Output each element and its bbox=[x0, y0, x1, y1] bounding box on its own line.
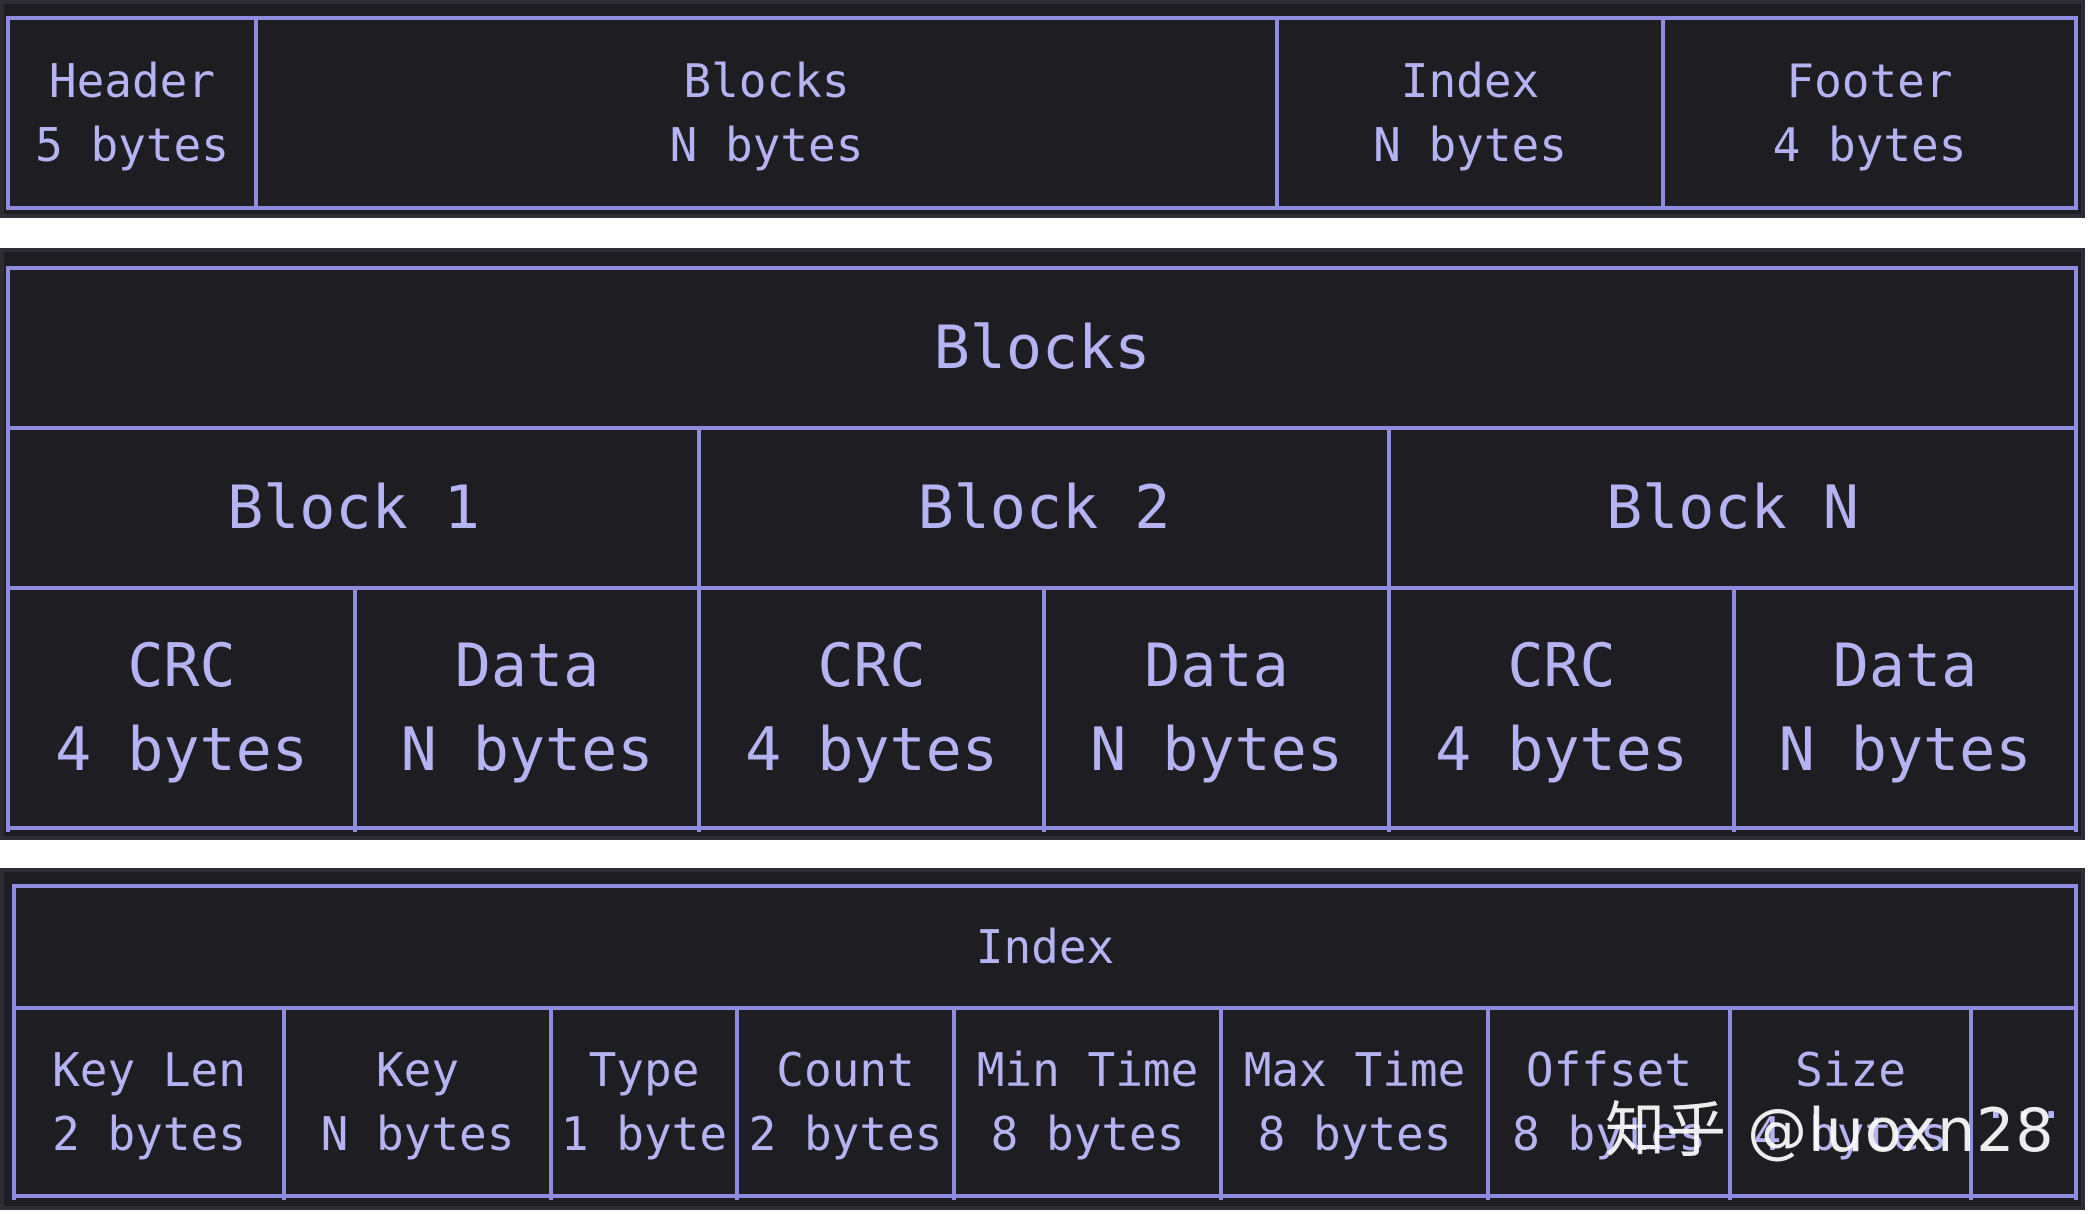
min-time-field: Min Time 8 bytes bbox=[958, 1012, 1217, 1192]
field-size: 2 bytes bbox=[52, 1107, 246, 1161]
header-cell: Header 5 bytes bbox=[12, 34, 252, 192]
block-1-name: Block 1 bbox=[227, 473, 480, 543]
crc-size: 4 bytes bbox=[55, 715, 308, 785]
crc-label: CRC bbox=[1507, 631, 1616, 701]
block-2-header: Block 2 bbox=[703, 432, 1385, 584]
blocks-title: Blocks bbox=[683, 53, 850, 108]
index-panel-title: Index bbox=[18, 890, 2072, 1004]
watermark: 知乎 @luoxn28 bbox=[1605, 1096, 2055, 1166]
data-size: N bytes bbox=[400, 715, 654, 785]
type-field: Type 1 byte bbox=[555, 1012, 733, 1192]
footer-size: 4 bytes bbox=[1772, 118, 1967, 172]
block-2-crc-cell: CRC 4 bytes bbox=[703, 592, 1040, 824]
block-1-header: Block 1 bbox=[12, 432, 695, 584]
data-label: Data bbox=[1144, 631, 1289, 701]
field-title: Max Time bbox=[1243, 1042, 1466, 1097]
key-field: Key N bytes bbox=[288, 1012, 547, 1192]
field-title: Min Time bbox=[976, 1042, 1199, 1097]
data-label: Data bbox=[454, 631, 600, 701]
header-size: 5 bytes bbox=[35, 118, 229, 172]
block-2-name: Block 2 bbox=[917, 473, 1171, 543]
field-title: Key Len bbox=[52, 1042, 246, 1097]
blocks-title-text: Blocks bbox=[933, 313, 1151, 383]
field-size: 1 byte bbox=[560, 1107, 728, 1161]
field-size: 2 bytes bbox=[748, 1107, 943, 1161]
block-n-name: Block N bbox=[1606, 473, 1859, 543]
footer-title: Footer bbox=[1786, 53, 1953, 108]
block-1-data-cell: Data N bytes bbox=[359, 592, 695, 824]
field-title: Key bbox=[375, 1042, 460, 1097]
blocks-cell: Blocks N bytes bbox=[260, 34, 1273, 192]
header-title: Header bbox=[48, 53, 216, 108]
data-label: Data bbox=[1832, 631, 1978, 701]
index-title: Index bbox=[1400, 53, 1540, 108]
field-size: 8 bytes bbox=[1257, 1107, 1452, 1161]
block-n-crc-cell: CRC 4 bytes bbox=[1393, 592, 1730, 824]
key-len-field: Key Len 2 bytes bbox=[18, 1012, 280, 1192]
max-time-field: Max Time 8 bytes bbox=[1225, 1012, 1484, 1192]
crc-size: 4 bytes bbox=[1435, 715, 1688, 785]
block-1-crc-cell: CRC 4 bytes bbox=[12, 592, 351, 824]
crc-label: CRC bbox=[127, 631, 236, 701]
field-size: 8 bytes bbox=[990, 1107, 1185, 1161]
index-title-text: Index bbox=[975, 919, 1115, 974]
index-size: N bytes bbox=[1373, 118, 1567, 172]
blocks-size: N bytes bbox=[669, 118, 864, 172]
blocks-panel: Blocks Block 1 Block 2 Block N CRC 4 byt… bbox=[0, 248, 2085, 840]
count-field: Count 2 bytes bbox=[741, 1012, 950, 1192]
crc-label: CRC bbox=[817, 631, 926, 701]
block-n-header: Block N bbox=[1393, 432, 2072, 584]
field-title: Count bbox=[776, 1042, 915, 1097]
block-n-data-cell: Data N bytes bbox=[1738, 592, 2072, 824]
block-2-data-cell: Data N bytes bbox=[1048, 592, 1385, 824]
field-size: N bytes bbox=[320, 1107, 515, 1161]
footer-cell: Footer 4 bytes bbox=[1667, 34, 2072, 192]
data-size: N bytes bbox=[1778, 715, 2032, 785]
blocks-panel-title: Blocks bbox=[12, 272, 2072, 424]
crc-size: 4 bytes bbox=[745, 715, 998, 785]
field-title: Type bbox=[588, 1042, 700, 1097]
index-cell: Index N bytes bbox=[1281, 34, 1659, 192]
file-layout-panel: Header 5 bytes Blocks N bytes Index N by… bbox=[0, 0, 2085, 218]
data-size: N bytes bbox=[1090, 715, 1343, 785]
